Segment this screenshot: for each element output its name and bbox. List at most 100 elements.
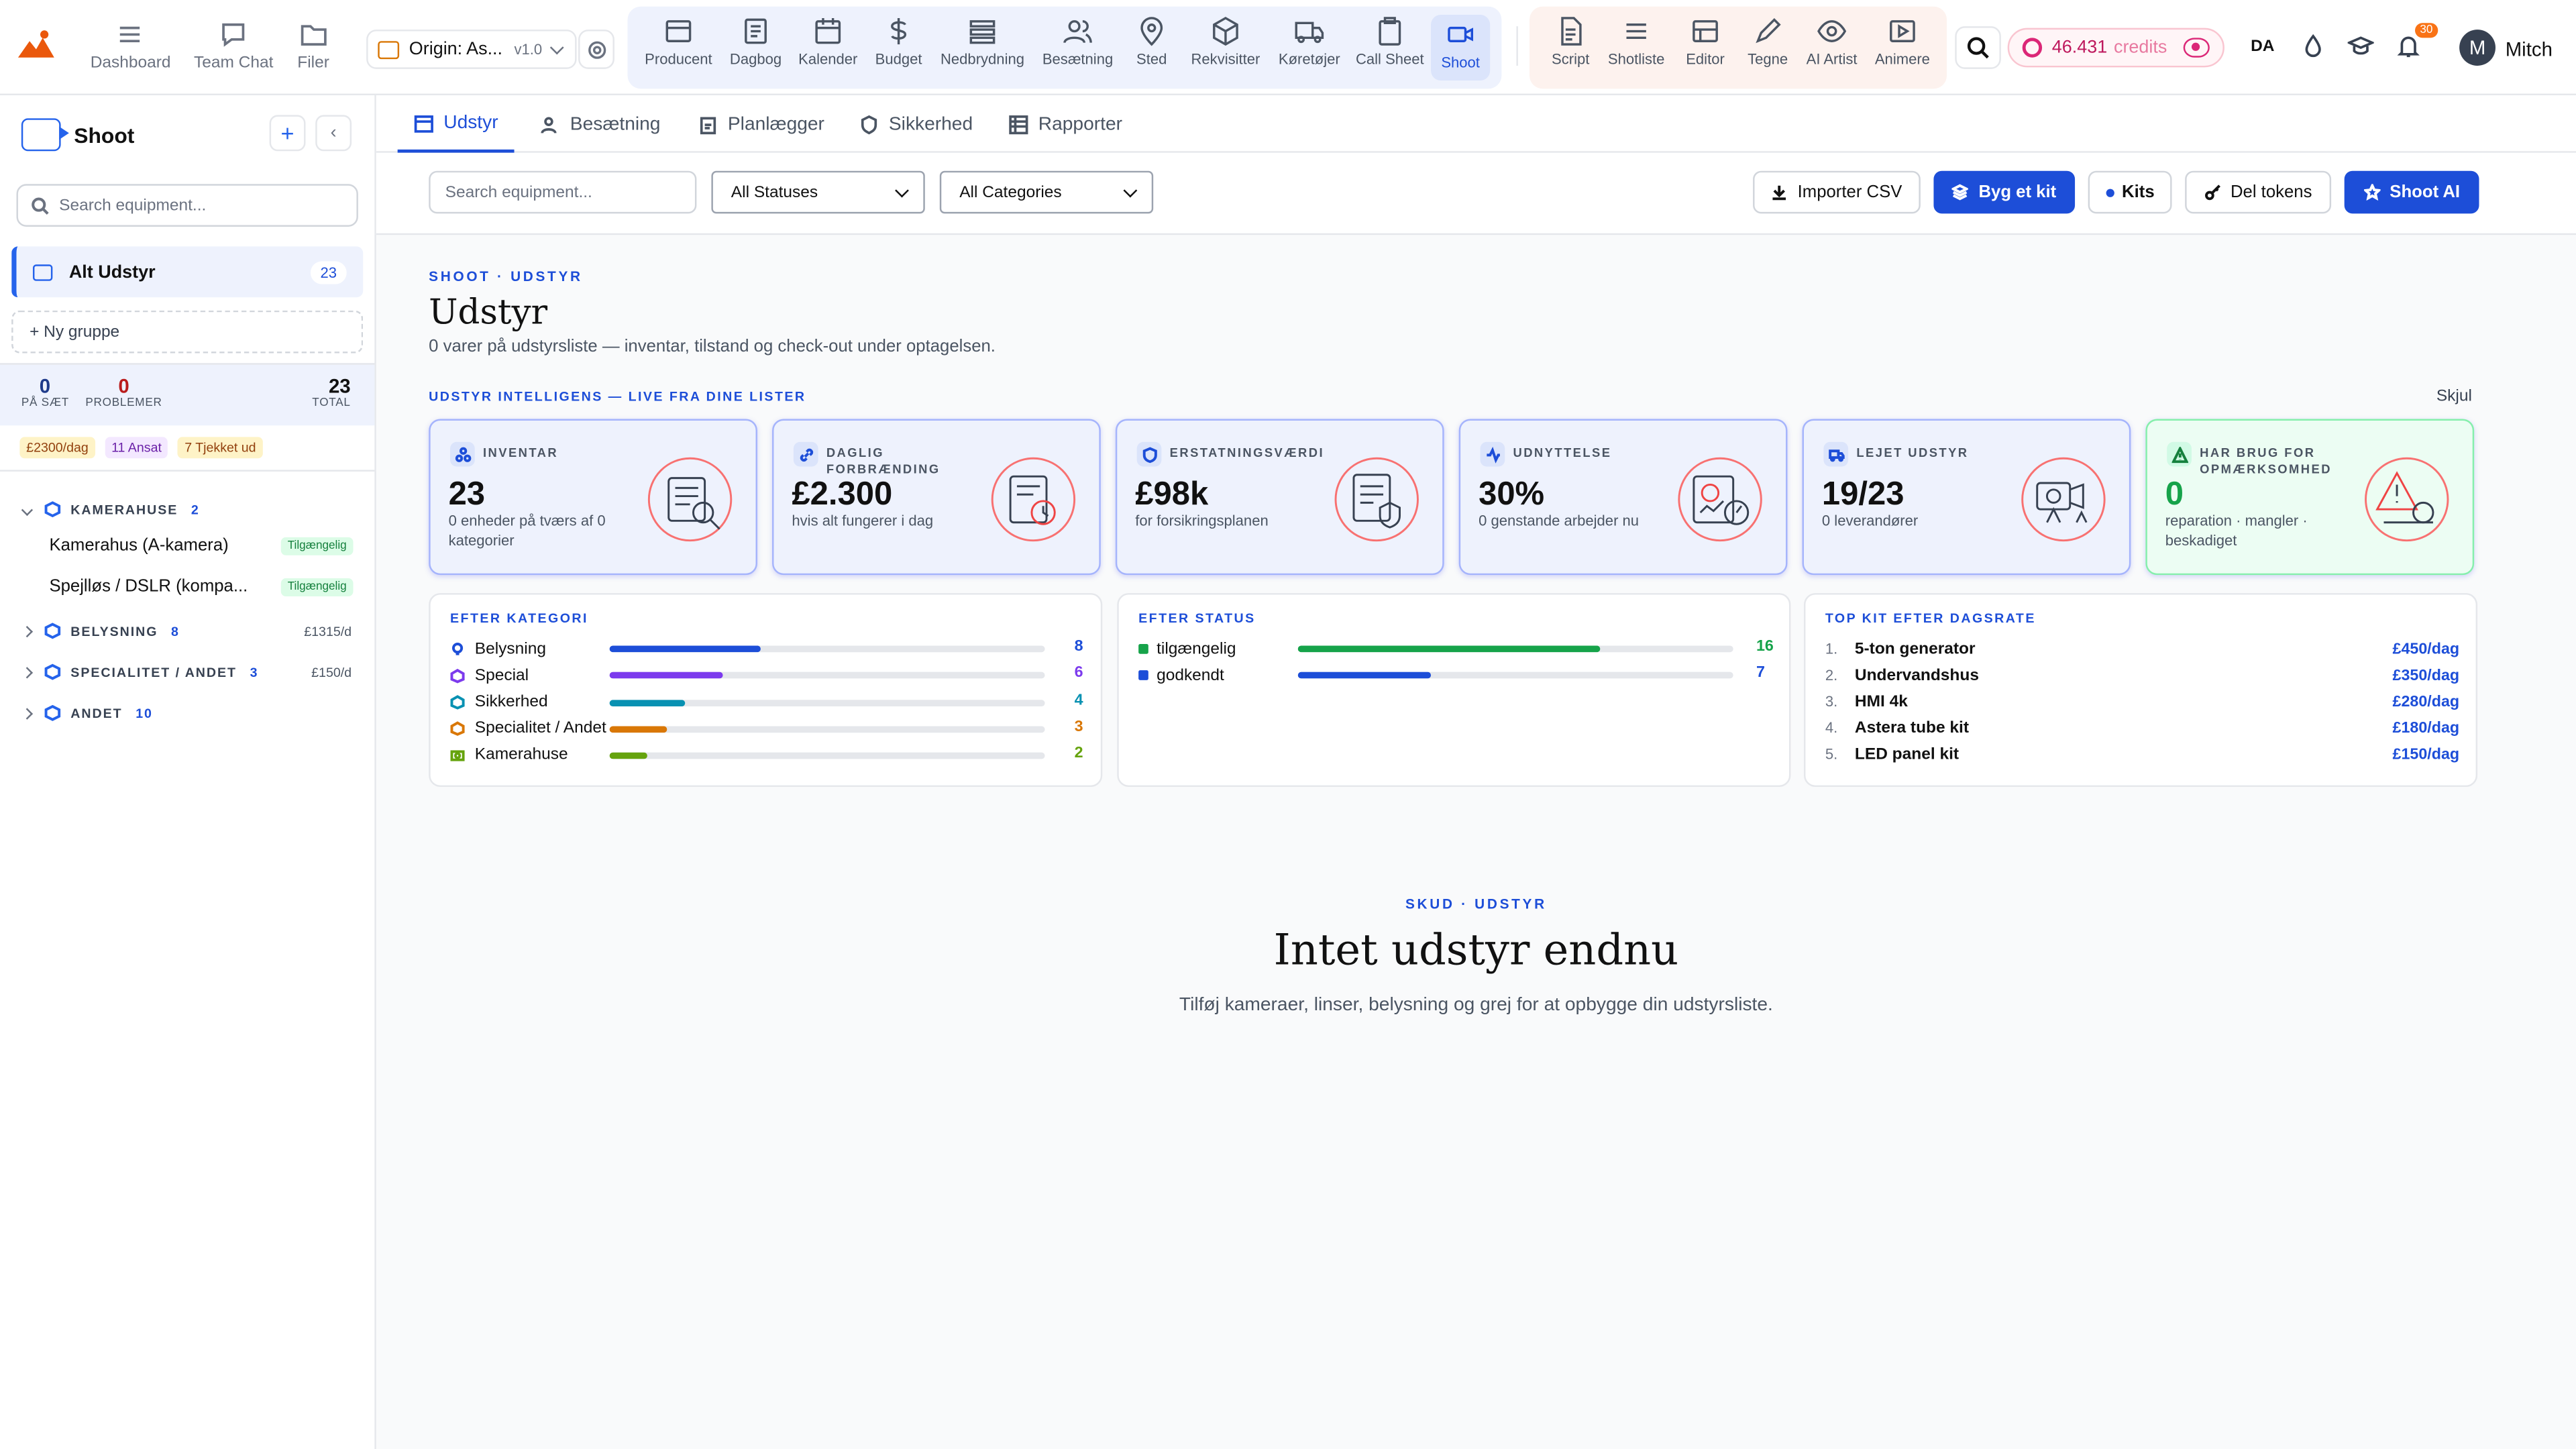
module-tegne[interactable]: Tegne — [1733, 16, 1803, 68]
nav-files[interactable]: Filer — [297, 19, 329, 72]
module-kalender[interactable]: Kalender — [794, 16, 863, 68]
metric-card-utilisation[interactable]: UDNYTTELSE 30% 0 genstande arbejder nu — [1458, 419, 1788, 576]
kits-button[interactable]: Kits — [2088, 170, 2172, 214]
module-budget[interactable]: Budget — [864, 16, 933, 68]
kit-row[interactable]: 3. HMI 4k £280/dag — [1825, 688, 2459, 714]
stat-total: 23 TOTAL — [312, 374, 350, 409]
module-ai-artist[interactable]: AI Artist — [1797, 16, 1866, 68]
bar-track — [609, 672, 1045, 680]
group-all-equipment[interactable]: Alt Udstyr 23 — [11, 246, 364, 298]
language-switch[interactable]: DA — [2251, 38, 2274, 56]
bar-value: 16 — [1756, 637, 1774, 656]
project-settings-button[interactable] — [578, 30, 614, 69]
new-group-button[interactable]: + Ny gruppe — [11, 310, 364, 354]
project-version: v1.0 — [514, 41, 543, 58]
group-kamerahuse[interactable]: KAMERAHUSE 2 — [21, 501, 352, 518]
page-eyebrow: SHOOT · UDSTYR — [429, 268, 583, 284]
kit-name: Undervandshus — [1854, 666, 1979, 685]
kit-row[interactable]: 4. Astera tube kit £180/dag — [1825, 714, 2459, 741]
metric-card-attention[interactable]: HAR BRUG FOR OPMÆRKSOMHED 0 reparation ·… — [2145, 419, 2475, 576]
import-csv-button[interactable]: Importer CSV — [1753, 170, 1921, 214]
module-koeretoejer[interactable]: Køretøjer — [1275, 16, 1344, 68]
group-belysning[interactable]: BELYSNING 8 £1315/d — [21, 623, 352, 639]
build-kit-button[interactable]: Byg et kit — [1933, 170, 2076, 214]
menu-icon — [120, 26, 141, 43]
list-item[interactable]: Kamerahus (A-kamera) Tilgængelig — [49, 535, 354, 555]
category-filter-select[interactable]: All Categories — [939, 170, 1154, 214]
project-selector[interactable]: Origin: As... v1.0 — [366, 30, 577, 69]
page-subtitle: 0 varer på udstyrsliste — inventar, tils… — [429, 337, 996, 357]
sidebar-search-input[interactable]: Search equipment... — [16, 184, 358, 227]
metric-card-daily-burn[interactable]: DAGLIG FORBRÆNDING £2.300 hvis alt funge… — [772, 419, 1101, 576]
credits-ring-icon — [2022, 38, 2043, 58]
kit-rank: 5. — [1825, 745, 1838, 763]
tab-label: Rapporter — [1038, 114, 1122, 134]
camera-icon — [450, 747, 465, 761]
equipment-search-input[interactable]: Search equipment... — [429, 170, 697, 214]
tab-sikkerhed[interactable]: Sikkerhed — [859, 95, 973, 153]
module-label: Dagbog — [729, 50, 782, 68]
stat-label: PROBLEMER — [85, 397, 162, 409]
search-placeholder: Search equipment... — [445, 183, 592, 202]
category-name: Special — [474, 666, 529, 685]
app-logo[interactable] — [16, 26, 56, 62]
notification-badge: 30 — [2415, 23, 2438, 38]
tab-udstyr[interactable]: Udstyr — [397, 95, 515, 153]
module-dagbog[interactable]: Dagbog — [721, 16, 790, 68]
metric-card-replacement-value[interactable]: ERSTATNINGSVÆRDI £98k for forsikringspla… — [1115, 419, 1444, 576]
module-producent[interactable]: Producent — [644, 16, 713, 68]
module-script[interactable]: Script — [1536, 16, 1605, 68]
module-rekvisitter[interactable]: Rekvisitter — [1191, 16, 1260, 68]
kit-row[interactable]: 2. Undervandshus £350/dag — [1825, 662, 2459, 688]
nav-dashboard[interactable]: Dashboard — [91, 19, 171, 72]
module-sted[interactable]: Sted — [1117, 16, 1186, 68]
tab-label: Besætning — [570, 114, 661, 134]
collapse-sidebar-button[interactable]: ‹ — [315, 115, 352, 152]
add-group-button[interactable]: + — [269, 115, 306, 152]
nav-team-chat[interactable]: Team Chat — [194, 19, 273, 72]
search-icon — [1967, 37, 1989, 59]
stat-value: 0 — [39, 374, 51, 398]
drop-icon[interactable] — [2300, 33, 2326, 59]
module-nedbrydning[interactable]: Nedbrydning — [941, 16, 1024, 68]
category-name: Specialitet / Andet — [474, 718, 606, 737]
metric-card-inventory[interactable]: INVENTAR 23 0 enheder på tværs af 0 kate… — [429, 419, 757, 576]
stat-on-set: 0 PÅ SÆT — [21, 374, 69, 409]
module-animere[interactable]: Animere — [1868, 16, 1937, 68]
tab-rapporter[interactable]: Rapporter — [1009, 95, 1122, 153]
bar-value: 4 — [1074, 691, 1083, 709]
hide-intel-button[interactable]: Skjul — [2436, 388, 2472, 406]
cube-icon — [1213, 16, 1238, 46]
graduation-cap-icon[interactable] — [2346, 33, 2375, 59]
kit-row[interactable]: 5. LED panel kit £150/dag — [1825, 741, 2459, 767]
metric-value: 30% — [1479, 476, 1545, 513]
group-andet[interactable]: ANDET 10 — [21, 704, 352, 721]
kit-rank: 2. — [1825, 667, 1838, 684]
shoot-ai-button[interactable]: Shoot AI — [2344, 170, 2479, 214]
status-filter-select[interactable]: All Statuses — [711, 170, 925, 214]
list-item[interactable]: Spejlløs / DSLR (kompa... Tilgængelig — [49, 577, 354, 596]
module-label: Shoot — [1441, 54, 1480, 71]
module-editor[interactable]: Editor — [1671, 16, 1740, 68]
avatar[interactable]: M — [2459, 30, 2496, 66]
bell-icon[interactable] — [2396, 33, 2422, 59]
group-count: 2 — [191, 502, 200, 517]
module-shoot[interactable]: Shoot — [1431, 15, 1491, 81]
module-shotliste[interactable]: Shotliste — [1602, 16, 1671, 68]
tab-planlaegger[interactable]: Planlægger — [698, 95, 824, 153]
credits-pill[interactable]: 46.431 credits — [2007, 28, 2224, 68]
burn-illustration-icon — [984, 450, 1083, 549]
metric-label: INVENTAR — [483, 445, 559, 460]
module-call-sheet[interactable]: Call Sheet — [1355, 16, 1424, 68]
chat-icon — [222, 23, 245, 47]
tab-besaetning[interactable]: Besætning — [541, 95, 661, 153]
module-besaetning[interactable]: Besætning — [1042, 16, 1113, 68]
share-tokens-button[interactable]: Del tokens — [2185, 170, 2332, 214]
global-search-button[interactable] — [1955, 26, 2001, 69]
group-specialitet[interactable]: SPECIALITET / ANDET 3 £150/d — [21, 663, 352, 680]
group-name: KAMERAHUSE — [70, 502, 178, 517]
folder-icon — [301, 25, 327, 46]
metric-card-rented[interactable]: LEJET UDSTYR 19/23 0 leverandører — [1802, 419, 2131, 576]
kit-row[interactable]: 1. 5-ton generator £450/dag — [1825, 636, 2459, 662]
user-name[interactable]: Mitch — [2506, 38, 2553, 60]
